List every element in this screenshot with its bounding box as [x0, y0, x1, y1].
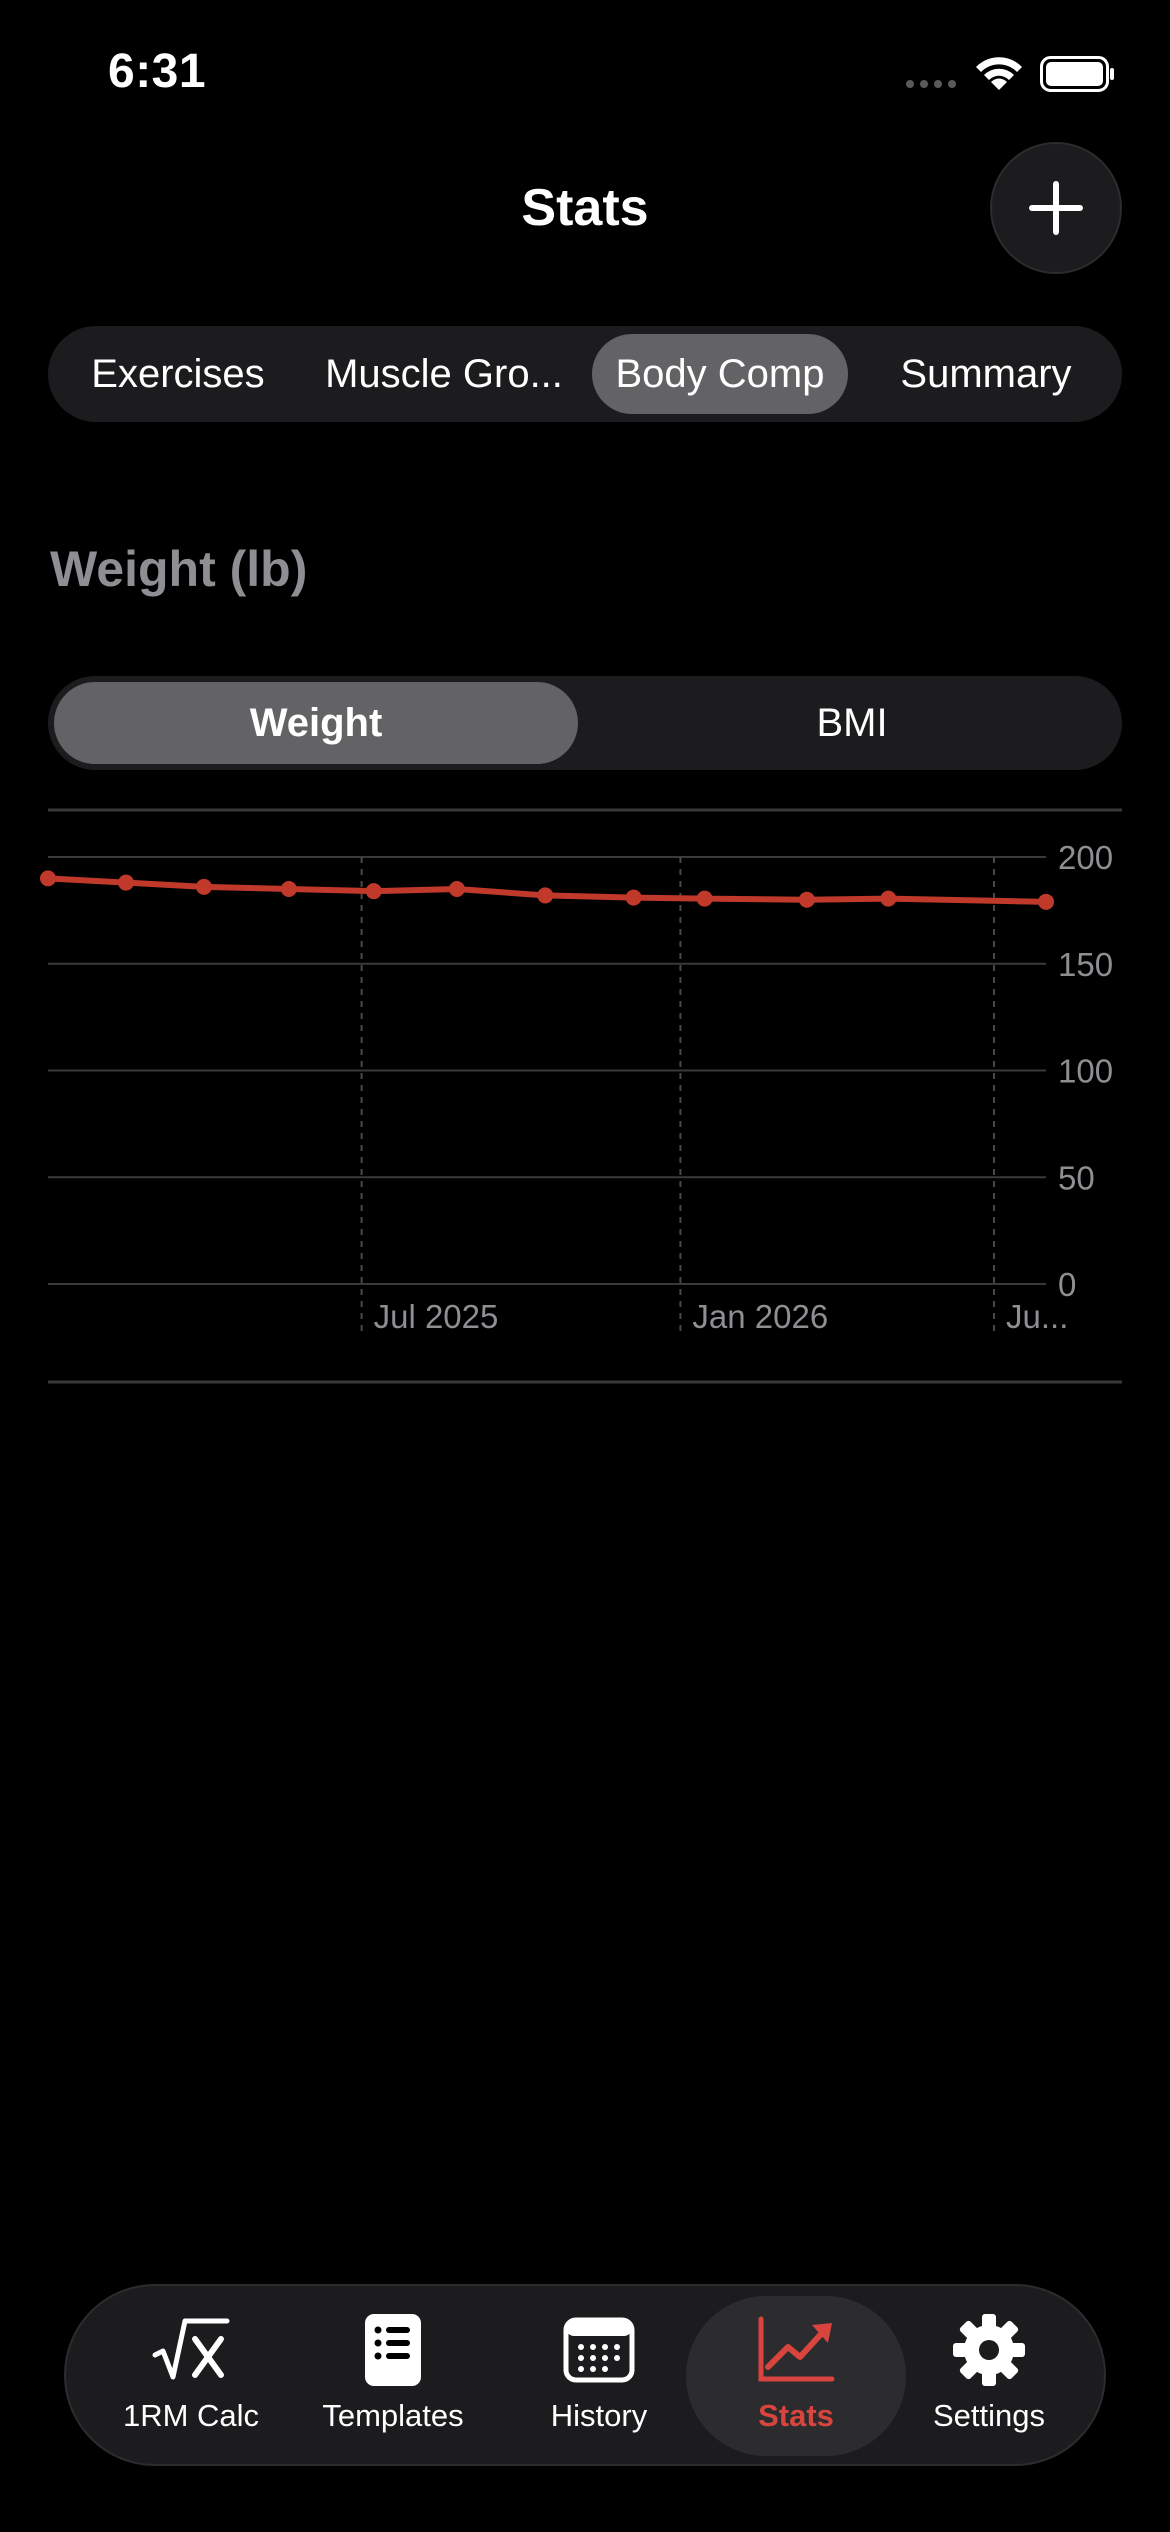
weight-data-point — [625, 889, 642, 906]
x-tick-label: Jan 2026 — [692, 1298, 828, 1335]
weight-data-point — [1038, 893, 1054, 910]
segment-body-comp[interactable]: Body Comp — [592, 334, 848, 414]
y-tick-label: 200 — [1058, 839, 1113, 876]
segment-exercises[interactable]: Exercises — [68, 334, 288, 414]
y-tick-label: 100 — [1058, 1053, 1113, 1090]
list-clipboard-icon — [365, 2314, 421, 2386]
weight-data-point — [365, 883, 382, 900]
battery-icon — [1040, 56, 1114, 92]
tab-label: History — [550, 2398, 648, 2433]
tab-bar: 1RM Calc Templates History Stats Setting… — [64, 2284, 1106, 2466]
segment-summary[interactable]: Summary — [868, 334, 1104, 414]
weight-data-point — [40, 870, 56, 887]
cellular-signal-icon — [906, 80, 956, 88]
stats-category-segmented-control: Exercises Muscle Gro... Body Comp Summar… — [48, 326, 1122, 422]
weight-chart: 050100150200Jul 2025 Jan 2026 Ju... — [40, 808, 1122, 1384]
weight-data-point — [798, 891, 815, 908]
segment-bmi[interactable]: BMI — [588, 682, 1116, 764]
weight-data-point — [280, 881, 297, 898]
tab-label: 1RM Calc — [122, 2398, 260, 2433]
x-tick-label: Jul 2025 — [374, 1298, 499, 1335]
weight-data-point — [537, 887, 554, 904]
section-title: Weight (lb) — [50, 541, 308, 597]
gear-icon — [953, 2314, 1025, 2386]
tab-label: Templates — [322, 2398, 464, 2433]
tab-settings[interactable]: Settings — [884, 2296, 1094, 2456]
tab-history[interactable]: History — [494, 2296, 704, 2456]
stats-screen: 6:31 Stats Exercises Muscle Gro... Body … — [0, 0, 1170, 2532]
wifi-icon — [976, 57, 1022, 90]
metric-segmented-control: Weight BMI — [48, 676, 1122, 770]
weight-data-point — [880, 890, 897, 907]
weight-data-point — [117, 874, 134, 891]
plus-icon — [1029, 181, 1083, 235]
tab-templates[interactable]: Templates — [288, 2296, 498, 2456]
add-button[interactable] — [990, 142, 1122, 274]
weight-data-point — [195, 878, 212, 895]
segment-weight[interactable]: Weight — [54, 682, 578, 764]
x-tick-label: Ju... — [1006, 1298, 1068, 1335]
tab-1rm-calc[interactable]: 1RM Calc — [86, 2296, 296, 2456]
y-tick-label: 50 — [1058, 1159, 1095, 1196]
status-time: 6:31 — [108, 45, 207, 98]
sqrt-x-icon — [152, 2318, 230, 2380]
calendar-icon — [563, 2317, 635, 2383]
y-tick-label: 150 — [1058, 946, 1113, 983]
weight-data-point — [696, 890, 713, 907]
tab-label: Settings — [932, 2398, 1045, 2433]
weight-data-point — [448, 881, 465, 898]
tab-stats[interactable]: Stats — [686, 2296, 906, 2456]
segment-muscle-groups[interactable]: Muscle Gro... — [310, 334, 578, 414]
tab-label: Stats — [758, 2398, 834, 2433]
chart-line-up-icon — [758, 2316, 835, 2382]
